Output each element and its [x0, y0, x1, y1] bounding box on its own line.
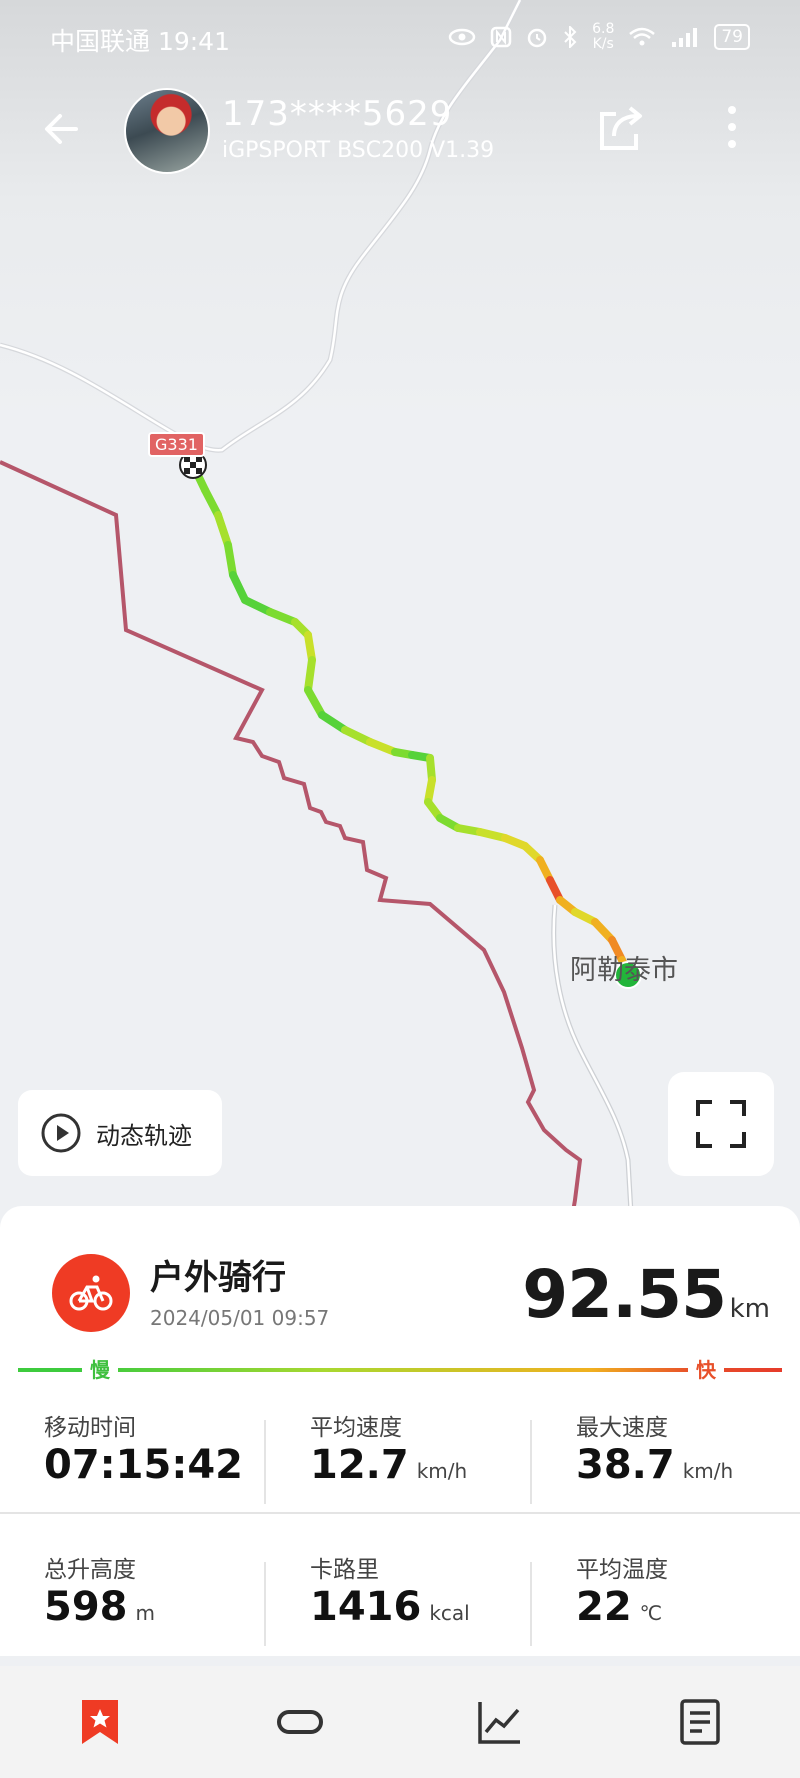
route-map[interactable]: 中国联通 19:41 6.8 K/s 79 173****5629 iGPSPOR… — [0, 0, 800, 1230]
bluetooth-icon — [564, 26, 577, 48]
stat-label: 总升高度 — [44, 1557, 136, 1583]
row-divider — [0, 1512, 800, 1514]
bottom-nav — [0, 1666, 800, 1778]
ride-route — [189, 461, 632, 979]
road-badge: G331 — [148, 432, 205, 457]
wifi-icon — [629, 27, 656, 46]
route-segment — [229, 571, 249, 604]
speed-legend: 慢 快 — [18, 1354, 782, 1384]
eye-icon — [448, 28, 476, 46]
map-canvas — [0, 0, 642, 1230]
route-segment — [224, 541, 237, 579]
route-segment — [318, 711, 349, 734]
battery-icon: 79 — [714, 24, 750, 50]
dynamic-track-label: 动态轨迹 — [96, 1121, 192, 1150]
sport-type: 户外骑行 — [150, 1258, 286, 1298]
share-icon[interactable] — [596, 100, 650, 154]
avatar[interactable] — [124, 88, 210, 174]
stat-calories: 卡路里 1416 kcal — [266, 1534, 532, 1654]
back-arrow-icon[interactable] — [38, 104, 88, 154]
stat-value: 38.7 km/h — [576, 1442, 734, 1488]
stat-max-speed: 最大速度 38.7 km/h — [532, 1392, 798, 1512]
device-name: iGPSPORT BSC200 V1.39 — [222, 138, 495, 163]
route-segment — [366, 738, 399, 756]
legend-slow-label: 慢 — [82, 1354, 118, 1383]
user-id: 173****5629 — [222, 94, 453, 134]
stat-value: 22 ℃ — [576, 1584, 663, 1630]
line-chart-icon[interactable] — [476, 1698, 524, 1746]
signal-icon — [672, 28, 698, 47]
speed-gradient-bar — [18, 1368, 782, 1372]
carrier-time: 中国联通 19:41 — [50, 27, 230, 56]
fullscreen-button[interactable] — [668, 1072, 774, 1176]
loop-icon[interactable] — [276, 1698, 324, 1746]
stat-value: 07:15:42 — [44, 1442, 243, 1488]
route-segment — [214, 511, 232, 549]
stat-label: 卡路里 — [310, 1557, 379, 1583]
route-segment — [241, 596, 274, 616]
stats-row: 总升高度 598 m 卡路里 1416 kcal 平均温度 22 ℃ — [0, 1534, 800, 1654]
legend-fast-label: 快 — [688, 1354, 724, 1383]
distance-unit: km — [729, 1294, 770, 1324]
stat-label: 移动时间 — [44, 1415, 136, 1441]
dynamic-track-button[interactable]: 动态轨迹 — [18, 1090, 222, 1176]
stat-value: 1416 kcal — [310, 1584, 470, 1630]
stat-label: 平均温度 — [576, 1557, 668, 1583]
activity-summary-card: 户外骑行 2024/05/01 09:57 92.55 km 慢 快 移动时间 … — [0, 1206, 800, 1656]
stat-value: 598 m — [44, 1584, 155, 1630]
stat-avg-temperature: 平均温度 22 ℃ — [532, 1534, 798, 1654]
route-segment — [304, 686, 326, 719]
bookmark-star-icon[interactable] — [76, 1698, 124, 1746]
stat-label: 最大速度 — [576, 1415, 668, 1441]
status-icons: 6.8 K/s 79 — [448, 22, 750, 52]
activity-date: 2024/05/01 09:57 — [150, 1306, 330, 1330]
stat-avg-speed: 平均速度 12.7 km/h — [266, 1392, 532, 1512]
status-bar: 中国联通 19:41 6.8 K/s 79 — [0, 0, 800, 76]
stat-total-ascent: 总升高度 598 m — [0, 1534, 266, 1654]
stat-label: 平均速度 — [310, 1415, 402, 1441]
stats-row: 移动时间 07:15:42 平均速度 12.7 km/h 最大速度 38.7 km/… — [0, 1392, 800, 1512]
stat-moving-time: 移动时间 07:15:42 — [0, 1392, 266, 1512]
fullscreen-icon — [696, 1100, 746, 1148]
cycling-icon — [52, 1254, 130, 1332]
play-circle-icon — [41, 1113, 81, 1153]
route-segment — [304, 656, 316, 694]
route-segment — [266, 608, 299, 626]
route-segment — [201, 486, 222, 519]
alarm-icon — [527, 28, 547, 48]
more-vertical-icon[interactable] — [720, 100, 744, 154]
city-label: 阿勒泰市 — [570, 955, 678, 986]
document-list-icon[interactable] — [676, 1698, 724, 1746]
net-speed: 6.8 K/s — [592, 21, 615, 52]
nfc-icon — [490, 26, 512, 48]
total-distance: 92.55 — [522, 1256, 727, 1333]
stat-value: 12.7 km/h — [310, 1442, 468, 1488]
route-segment — [341, 726, 374, 746]
